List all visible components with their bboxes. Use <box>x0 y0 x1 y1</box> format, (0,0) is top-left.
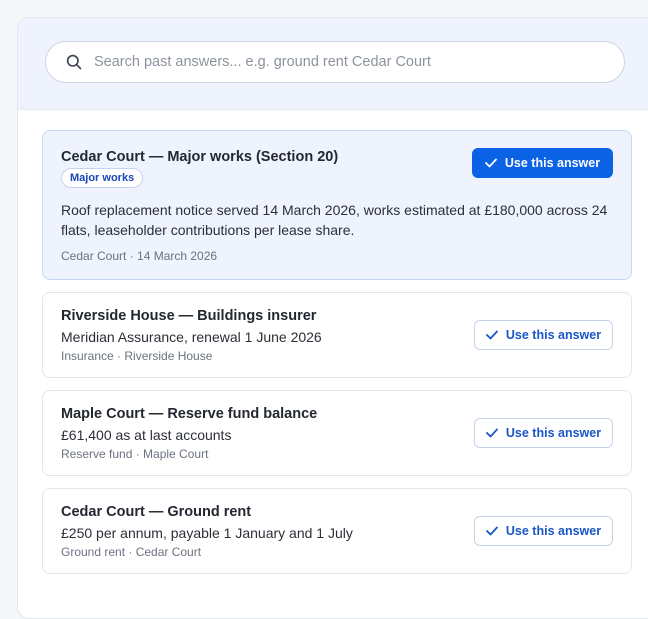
result-meta: Ground rent · Cedar Court <box>61 545 202 559</box>
result-card: Cedar Court — Ground rent £250 per annum… <box>42 488 632 574</box>
check-icon <box>486 526 498 536</box>
use-answer-label: Use this answer <box>505 426 602 440</box>
use-answer-button[interactable]: Use this answer <box>474 320 613 350</box>
result-answer: Roof replacement notice served 14 March … <box>61 202 608 238</box>
use-answer-label: Use this answer <box>504 156 601 170</box>
search-input[interactable] <box>92 41 624 83</box>
check-icon <box>486 330 498 340</box>
use-answer-label: Use this answer <box>505 328 602 342</box>
result-title: Riverside House — Buildings insurer <box>61 308 317 324</box>
search-icon <box>66 54 82 70</box>
result-answer: £61,400 as at last accounts <box>61 427 232 443</box>
result-title: Maple Court — Reserve fund balance <box>61 406 318 422</box>
check-icon <box>486 428 498 438</box>
result-answer: Meridian Assurance, renewal 1 June 2026 <box>61 329 322 345</box>
result-meta: Cedar Court · 14 March 2026 <box>61 249 218 263</box>
result-answer: £250 per annum, payable 1 January and 1 … <box>61 525 353 541</box>
use-answer-button[interactable]: Use this answer <box>474 516 613 546</box>
answer-library-panel: Cedar Court — Major works (Section 20) M… <box>17 17 648 619</box>
result-meta: Insurance · Riverside House <box>61 349 213 363</box>
result-title: Cedar Court — Ground rent <box>61 504 252 520</box>
check-icon <box>485 158 497 168</box>
result-card: Riverside House — Buildings insurer Meri… <box>42 292 632 378</box>
result-card-featured: Cedar Court — Major works (Section 20) M… <box>42 130 632 280</box>
result-title: Cedar Court — Major works (Section 20) <box>61 149 339 165</box>
use-answer-label: Use this answer <box>505 524 602 538</box>
search-bar[interactable] <box>45 41 625 83</box>
result-card: Maple Court — Reserve fund balance £61,4… <box>42 390 632 476</box>
results-list: Cedar Court — Major works (Section 20) M… <box>42 130 632 586</box>
category-badge: Major works <box>61 168 144 188</box>
result-meta: Reserve fund · Maple Court <box>61 447 209 461</box>
search-area <box>18 18 648 110</box>
use-answer-button[interactable]: Use this answer <box>474 418 613 448</box>
use-answer-button[interactable]: Use this answer <box>472 148 613 178</box>
